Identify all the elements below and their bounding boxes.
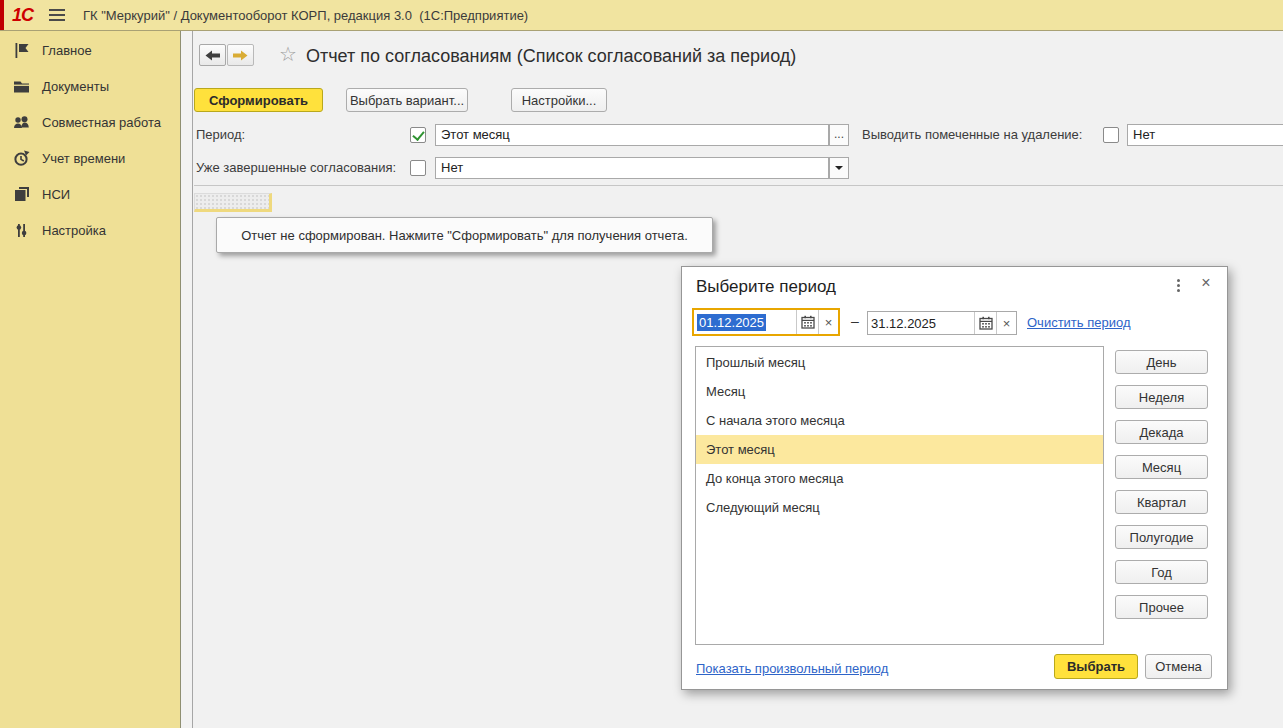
range-dash: – (847, 313, 863, 329)
period-button-quarter[interactable]: Квартал (1115, 490, 1208, 514)
custom-period-link[interactable]: Показать произвольный период (696, 661, 888, 676)
settings-button[interactable]: Настройки... (511, 88, 607, 112)
period-button-halfyear[interactable]: Полугодие (1115, 525, 1208, 549)
more-menu-icon[interactable] (1171, 276, 1185, 294)
list-item[interactable]: Следующий месяц (696, 493, 1103, 522)
finished-label: Уже завершенные согласования: (196, 157, 396, 179)
list-item[interactable]: Прошлый месяц (696, 348, 1103, 377)
sidebar-item-time-tracking[interactable]: Учет времени (0, 140, 180, 176)
clear-date-to-icon[interactable]: × (996, 312, 1016, 334)
window-titlebar: 1С ГК "Меркурий" / Документооборот КОРП,… (0, 0, 1283, 31)
choose-variant-button[interactable]: Выбрать вариант... (346, 88, 468, 112)
period-button-week[interactable]: Неделя (1115, 385, 1208, 409)
1c-logo: 1С (12, 5, 33, 26)
generate-button[interactable]: Сформировать (194, 88, 323, 112)
list-item[interactable]: Месяц (696, 377, 1103, 406)
period-more-button[interactable]: ... (829, 124, 849, 146)
calendar-icon[interactable] (796, 310, 818, 334)
left-accent-strip (0, 0, 4, 30)
finished-checkbox[interactable] (410, 160, 426, 176)
window-title: ГК "Меркурий" / Документооборот КОРП, ре… (83, 8, 528, 23)
flag-icon (13, 42, 30, 59)
period-presets-list: Прошлый месяц Месяц С начала этого месяц… (695, 346, 1104, 645)
date-to-group: 31.12.2025 × (867, 311, 1017, 335)
clear-date-from-icon[interactable]: × (818, 310, 838, 334)
clear-period-link[interactable]: Очистить период (1027, 315, 1131, 330)
sidebar-item-documents[interactable]: Документы (0, 68, 180, 104)
period-dialog: Выберите период × 01.12.2025 × – 31.12.2… (681, 266, 1228, 690)
folder-icon (13, 78, 30, 95)
list-item[interactable]: До конца этого месяца (696, 464, 1103, 493)
back-button[interactable] (199, 44, 226, 66)
period-button-year[interactable]: Год (1115, 560, 1208, 584)
close-icon[interactable]: × (1197, 272, 1215, 294)
sidebar-item-nsi[interactable]: НСИ (0, 176, 180, 212)
finished-dropdown-button[interactable] (829, 157, 849, 179)
period-button-decade[interactable]: Декада (1115, 420, 1208, 444)
period-button-month[interactable]: Месяц (1115, 455, 1208, 479)
date-from-group: 01.12.2025 × (692, 308, 840, 336)
sidebar-item-main[interactable]: Главное (0, 32, 180, 68)
users-icon (13, 114, 30, 131)
date-from-input[interactable]: 01.12.2025 (694, 310, 796, 334)
select-button[interactable]: Выбрать (1054, 654, 1138, 679)
cancel-button[interactable]: Отмена (1145, 654, 1212, 679)
page-title: Отчет по согласованиям (Список согласова… (306, 46, 796, 67)
favorite-star-icon[interactable]: ☆ (279, 42, 297, 66)
dialog-title: Выберите период (696, 277, 836, 297)
deleted-checkbox[interactable] (1103, 127, 1119, 143)
chevron-down-icon (835, 166, 843, 170)
period-button-day[interactable]: День (1115, 350, 1208, 374)
clock-icon (13, 150, 30, 167)
forward-button[interactable] (227, 44, 254, 66)
sidebar-splitter[interactable] (181, 31, 193, 728)
list-item-selected[interactable]: Этот месяц (696, 435, 1103, 464)
period-field[interactable]: Этот месяц (435, 124, 829, 146)
deleted-label: Выводить помеченные на удаление: (862, 124, 1082, 146)
divider (194, 185, 1283, 186)
sidebar: Главное Документы Совместная работа Учет… (0, 31, 181, 728)
book-icon (13, 186, 30, 203)
finished-field[interactable]: Нет (435, 157, 829, 179)
list-item[interactable]: С начала этого месяца (696, 406, 1103, 435)
period-checkbox[interactable] (410, 127, 426, 143)
sliders-icon (13, 222, 30, 239)
sidebar-item-settings[interactable]: Настройка (0, 212, 180, 248)
calendar-icon[interactable] (974, 312, 996, 334)
period-button-other[interactable]: Прочее (1115, 595, 1208, 619)
deleted-field[interactable]: Нет (1127, 124, 1283, 146)
date-to-input[interactable]: 31.12.2025 (868, 312, 974, 334)
report-corner-cell (194, 193, 272, 212)
report-hint-tooltip: Отчет не сформирован. Нажмите "Сформиров… (216, 217, 713, 253)
sidebar-item-collaboration[interactable]: Совместная работа (0, 104, 180, 140)
report-form: ☆ Отчет по согласованиям (Список согласо… (194, 31, 1283, 728)
period-label: Период: (196, 124, 245, 146)
hamburger-menu-icon[interactable] (49, 9, 65, 21)
